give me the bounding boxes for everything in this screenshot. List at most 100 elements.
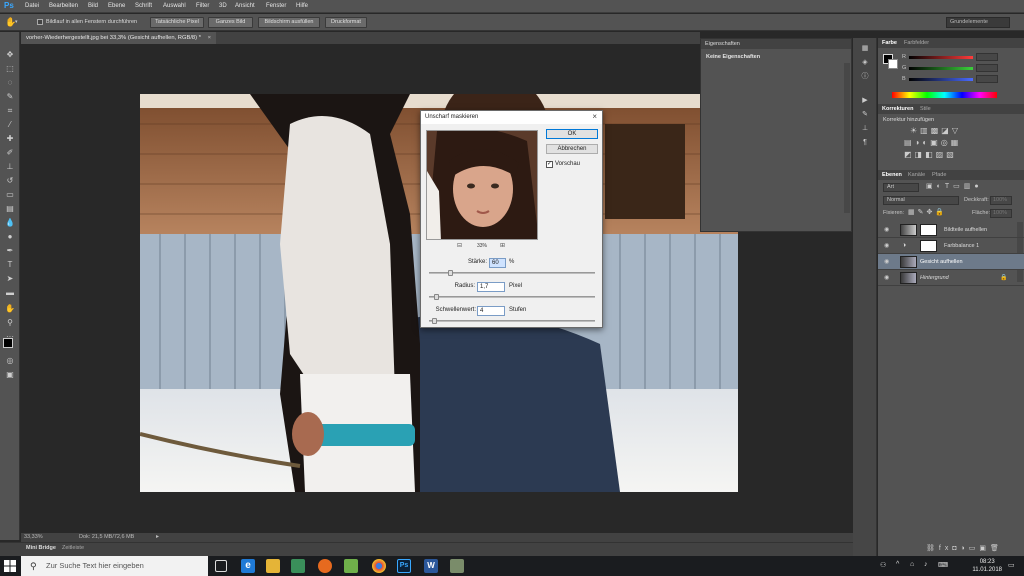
clone-source-icon[interactable]: ⊥ <box>859 124 871 134</box>
zoom-level[interactable]: 33,33% <box>24 534 43 540</box>
layer-footer-icons[interactable]: ⛓fx◘◑▭▣🗑 <box>926 544 1003 552</box>
adjustment-icons-row-3[interactable]: ◩◨◧▨▧ <box>904 150 957 159</box>
foreground-color-swatch[interactable] <box>3 338 13 348</box>
task-view-icon[interactable] <box>215 560 227 572</box>
brush-tool-icon[interactable]: ✐ <box>4 148 16 158</box>
layer-row-selected[interactable]: ◉ Gesicht aufhellen <box>878 254 1024 270</box>
adjustment-icons-row-2[interactable]: ▤◑◐▣◎▦ <box>904 138 961 147</box>
healing-brush-tool-icon[interactable]: ✚ <box>4 134 16 144</box>
layer-row[interactable]: ◉ Hintergrund 🔒 <box>878 270 1024 286</box>
color-spectrum[interactable] <box>892 92 997 98</box>
print-size-button[interactable]: Druckformat <box>325 17 367 28</box>
workspace-select[interactable]: Grundelemente <box>946 17 1010 28</box>
clone-stamp-tool-icon[interactable]: ⊥ <box>4 162 16 172</box>
eye-icon[interactable]: ◉ <box>884 226 889 233</box>
radius-input[interactable]: 1,7 <box>477 282 505 292</box>
preview-checkbox[interactable]: ✓ <box>546 161 553 168</box>
red-channel-slider[interactable] <box>909 56 973 59</box>
cancel-button[interactable]: Abbrechen <box>546 144 598 154</box>
firefox-icon[interactable] <box>318 559 332 573</box>
background-color-swatch[interactable] <box>888 59 898 69</box>
history-panel-icon[interactable]: ▦ <box>859 44 871 54</box>
properties-scrollbar[interactable] <box>844 63 850 213</box>
layer-row[interactable]: ◉ Bildteile aufhellen <box>878 222 1024 238</box>
fill-input[interactable]: 100% <box>990 209 1012 218</box>
info-panel-icon[interactable]: ⓘ <box>859 72 871 82</box>
document-tab[interactable]: vorher-Wiederhergestellt.jpg bei 33,3% (… <box>21 32 216 44</box>
paragraph-panel-icon[interactable]: ¶ <box>859 138 871 148</box>
eraser-tool-icon[interactable]: ▭ <box>4 190 16 200</box>
windows-start-icon[interactable] <box>4 560 16 572</box>
word-icon[interactable]: W <box>424 559 438 573</box>
actions-panel-icon[interactable]: ▶ <box>859 96 871 106</box>
zoom-in-icon[interactable]: ⊞ <box>500 242 505 249</box>
lasso-tool-icon[interactable]: ◌ <box>4 78 16 88</box>
zoom-out-icon[interactable]: ⊟ <box>457 242 462 249</box>
chrome-icon[interactable] <box>372 559 386 573</box>
blur-tool-icon[interactable]: 💧 <box>4 218 16 228</box>
people-icon[interactable]: ⚇ <box>880 561 886 569</box>
ok-button[interactable]: OK <box>546 129 598 139</box>
path-select-tool-icon[interactable]: ➤ <box>4 274 16 284</box>
quick-mask-icon[interactable]: ◎ <box>4 356 16 366</box>
amount-slider[interactable] <box>429 270 595 276</box>
menu-bearbeiten[interactable]: Bearbeiten <box>49 3 78 9</box>
tab-color[interactable]: Farbe <box>882 38 897 48</box>
menu-ebene[interactable]: Ebene <box>108 3 125 9</box>
gradient-tool-icon[interactable]: ▤ <box>4 204 16 214</box>
menu-filter[interactable]: Filter <box>196 3 209 9</box>
properties-tab[interactable]: Eigenschaften <box>701 39 851 49</box>
chevron-down-icon[interactable]: ▾ <box>15 19 18 25</box>
menu-3d[interactable]: 3D <box>219 3 227 9</box>
fill-screen-button[interactable]: Bildschirm ausfüllen <box>258 17 320 28</box>
eye-icon[interactable]: ◉ <box>884 274 889 281</box>
store-icon[interactable] <box>291 559 305 573</box>
history-brush-tool-icon[interactable]: ↺ <box>4 176 16 186</box>
menu-fenster[interactable]: Fenster <box>266 3 286 9</box>
close-icon[interactable]: × <box>592 112 597 121</box>
eyedropper-tool-icon[interactable]: ⁄ <box>4 120 16 130</box>
menu-datei[interactable]: Datei <box>25 3 39 9</box>
layer-row[interactable]: ◉ ◑ Farbbalance 1 <box>878 238 1024 254</box>
tab-adjustments[interactable]: Korrekturen <box>882 104 913 114</box>
crop-tool-icon[interactable]: ⌗ <box>4 106 16 116</box>
radius-slider-thumb[interactable] <box>434 294 439 300</box>
opacity-input[interactable]: 100% <box>990 196 1012 205</box>
menu-bild[interactable]: Bild <box>88 3 98 9</box>
amount-slider-thumb[interactable] <box>448 270 453 276</box>
layer-kind-filter[interactable]: Art <box>883 183 919 192</box>
taskbar-clock[interactable]: 08:23 11.01.2018 <box>972 558 1002 574</box>
tab-layers[interactable]: Ebenen <box>882 170 902 180</box>
tab-timeline[interactable]: Zeitleiste <box>62 545 84 551</box>
file-explorer-icon[interactable] <box>266 559 280 573</box>
network-icon[interactable]: ⌂ <box>910 561 914 568</box>
menu-hilfe[interactable]: Hilfe <box>296 3 308 9</box>
actual-pixels-button[interactable]: Tatsächliche Pixel <box>150 17 204 28</box>
threshold-slider[interactable] <box>429 318 595 324</box>
dodge-tool-icon[interactable]: ● <box>4 232 16 242</box>
pen-tool-icon[interactable]: ✒ <box>4 246 16 256</box>
app-icon[interactable] <box>450 559 464 573</box>
tab-styles[interactable]: Stile <box>920 104 931 114</box>
threshold-slider-thumb[interactable] <box>432 318 437 324</box>
edge-browser-icon[interactable]: e <box>241 559 255 573</box>
screen-mode-icon[interactable]: ▣ <box>4 370 16 380</box>
tab-channels[interactable]: Kanäle <box>908 170 925 180</box>
menu-schrift[interactable]: Schrift <box>135 3 152 9</box>
tab-paths[interactable]: Pfade <box>932 170 946 180</box>
type-tool-icon[interactable]: T <box>4 260 16 270</box>
threshold-input[interactable]: 4 <box>477 306 505 316</box>
adjustment-icons-row-1[interactable]: ☀▥▩◪▽ <box>910 126 961 135</box>
taskbar-search-input[interactable]: ⚲ Zur Suche Text hier eingeben <box>21 556 208 576</box>
eye-icon[interactable]: ◉ <box>884 242 889 249</box>
scroll-all-windows-checkbox[interactable] <box>37 19 43 25</box>
menu-auswahl[interactable]: Auswahl <box>163 3 186 9</box>
radius-slider[interactable] <box>429 294 595 300</box>
marquee-tool-icon[interactable]: ⬚ <box>4 64 16 74</box>
properties-panel-icon[interactable]: ◈ <box>859 58 871 68</box>
tab-mini-bridge[interactable]: Mini Bridge <box>26 545 56 551</box>
layer-filter-icons[interactable]: ▣◐T▭▥● <box>926 182 983 190</box>
blue-value-input[interactable] <box>976 75 998 83</box>
brush-panel-icon[interactable]: ✎ <box>859 110 871 120</box>
eye-icon[interactable]: ◉ <box>884 258 889 265</box>
